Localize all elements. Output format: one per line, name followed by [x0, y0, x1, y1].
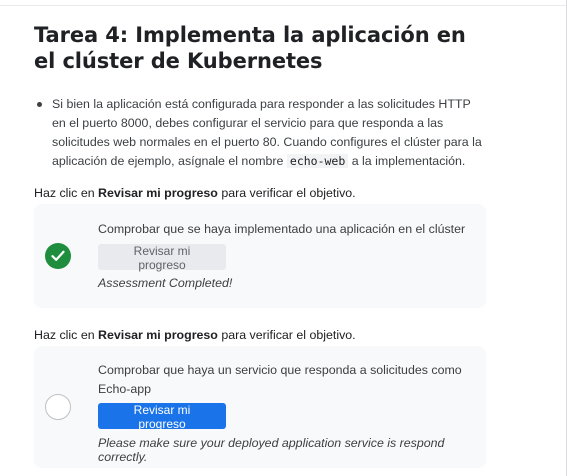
assessment-result: Please make sure your deployed applicati… [98, 436, 445, 464]
instruction-bold: Revisar mi progreso [98, 186, 218, 200]
task-bullet-text: Si bien la aplicación está configurada p… [36, 95, 486, 171]
instruction-prefix: Haz clic en [34, 186, 99, 200]
task-bullet: Si bien la aplicación está configurada p… [36, 95, 486, 171]
check-description: Comprobar que se haya implementado una a… [98, 222, 466, 236]
progress-check-card-1: Comprobar que se haya implementado una a… [34, 204, 486, 308]
instruction-prefix: Haz clic en [34, 328, 99, 342]
check-description: Comprobar que haya un servicio que respo… [98, 363, 462, 396]
bullet-text-after: a la implementación. [348, 154, 466, 168]
assessment-result: Assessment Completed! [98, 276, 233, 290]
check-instruction-1: Haz clic en Revisar mi progreso para ver… [34, 186, 356, 200]
task-title: Tarea 4: Implementa la aplicación en el … [34, 23, 466, 73]
instruction-bold: Revisar mi progreso [98, 328, 218, 342]
code-deployment-name: echo-web [286, 154, 349, 168]
check-instruction-2: Haz clic en Revisar mi progreso para ver… [34, 328, 356, 342]
instruction-suffix: para verificar el objetivo. [217, 328, 356, 342]
checkmark-icon [51, 250, 65, 261]
progress-check-card-2: Comprobar que haya un servicio que respo… [34, 346, 486, 468]
check-progress-button[interactable]: Revisar mi progreso [98, 403, 226, 431]
bullet-dot [37, 102, 42, 107]
check-progress-button[interactable]: Revisar mi progreso [98, 244, 226, 272]
top-divider [0, 0, 567, 6]
instruction-suffix: para verificar el objetivo. [217, 186, 356, 200]
check-circle-icon [45, 243, 71, 269]
empty-circle-icon [45, 394, 71, 420]
lab-page: Tarea 4: Implementa la aplicación en el … [0, 0, 567, 476]
